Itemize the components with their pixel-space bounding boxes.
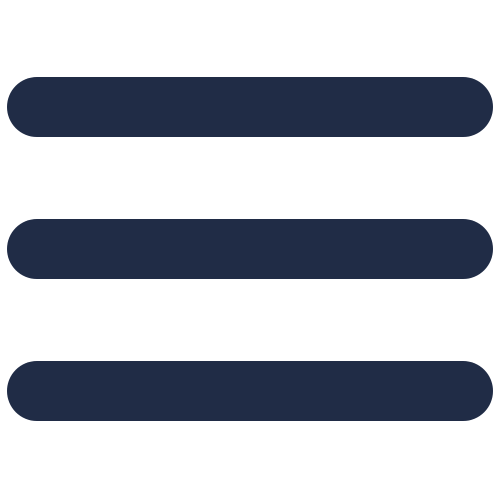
hamburger-menu-icon [7,77,493,421]
icon-canvas [0,0,500,500]
menu-button[interactable] [0,0,500,500]
